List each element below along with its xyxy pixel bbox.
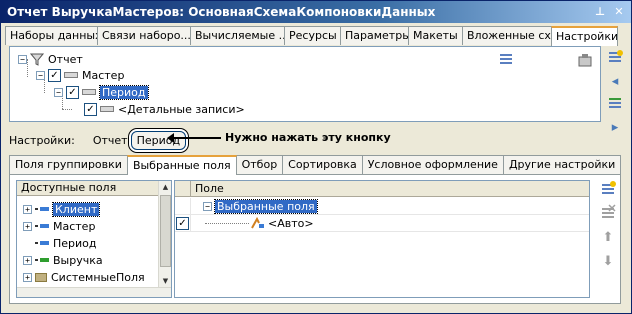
tab-dataset-links[interactable]: Связи наборо... xyxy=(97,26,191,45)
checkbox-period[interactable]: ✓ xyxy=(66,85,79,99)
expand-icon[interactable]: + xyxy=(23,221,32,231)
collapse-icon[interactable]: − xyxy=(54,87,63,97)
settings-label: Настройки: xyxy=(9,133,75,147)
structure-layout-icon[interactable] xyxy=(500,53,512,65)
grouping-icon xyxy=(82,89,96,95)
settings-report-link[interactable]: Отчет xyxy=(93,134,128,147)
add-field-icon[interactable] xyxy=(598,180,618,200)
move-down-icon[interactable]: ⬇ xyxy=(598,252,618,272)
pin-icon[interactable]: ⊥ xyxy=(592,4,608,20)
auto-field-label: <Авто> xyxy=(268,216,314,230)
add-grouping-icon[interactable] xyxy=(605,49,625,69)
close-icon[interactable]: ✕ xyxy=(611,4,627,20)
tree-label-period: Период xyxy=(99,84,149,100)
group-icon[interactable] xyxy=(605,95,625,115)
expand-icon[interactable]: + xyxy=(23,255,32,265)
folder-icon xyxy=(35,272,47,282)
tab-settings[interactable]: Настройки xyxy=(551,26,618,46)
collapse-icon[interactable]: − xyxy=(18,54,27,64)
tab-datasets[interactable]: Наборы данных xyxy=(5,26,98,45)
field-column-header: Поле xyxy=(195,182,224,195)
scroll-up-icon[interactable]: ▲ xyxy=(160,181,171,193)
field-label: Период xyxy=(53,236,97,250)
arrow-left-icon xyxy=(167,132,221,143)
table-row[interactable]: ✓ <Авто> xyxy=(175,214,589,232)
selected-fields-header: Поле xyxy=(175,181,589,197)
tab-other-settings[interactable]: Другие настройки xyxy=(502,155,622,174)
tab-grouping-fields[interactable]: Поля группировки xyxy=(9,155,128,174)
checkbox-auto[interactable]: ✓ xyxy=(176,216,189,230)
field-item[interactable]: + Мастер xyxy=(23,218,95,234)
tab-filter[interactable]: Отбор xyxy=(235,155,284,174)
main-tabs: Наборы данных Связи наборо... Вычисляемы… xyxy=(5,26,629,46)
fields-side-toolbar: ⬆ ⬇ xyxy=(598,180,620,272)
grouping-icon xyxy=(100,106,114,112)
report-icon xyxy=(30,53,44,66)
report-window: Отчет ВыручкаМастеров: ОсновнаяСхемаКомп… xyxy=(0,0,632,314)
tab-nested-schemas[interactable]: Вложенные сх... xyxy=(462,26,552,45)
collapse-icon[interactable]: − xyxy=(203,201,212,211)
window-title: Отчет ВыручкаМастеров: ОсновнаяСхемаКомп… xyxy=(7,5,436,19)
tree-node-detail-records[interactable]: ✓ <Детальные записи> xyxy=(84,101,245,117)
scroll-left-icon[interactable]: ◂ xyxy=(605,72,625,92)
field-label: Мастер xyxy=(53,219,96,233)
tree-node-period[interactable]: − ✓ Период xyxy=(54,84,149,100)
auto-field-icon xyxy=(251,217,264,229)
tab-selected-fields[interactable]: Выбранные поля xyxy=(126,155,237,175)
scroll-down-icon[interactable]: ▼ xyxy=(160,275,171,287)
settings-selector: Настройки: Отчет Период xyxy=(9,129,187,151)
tree-label-master: Мастер xyxy=(82,68,125,82)
tree-label-report: Отчет xyxy=(48,52,83,66)
scroll-thumb[interactable] xyxy=(160,195,171,267)
instruction-annotation: Нужно нажать эту кнопку xyxy=(167,131,391,144)
structure-side-toolbar: ◂ ▸ xyxy=(605,49,627,138)
available-fields-header: Доступные поля xyxy=(17,181,171,196)
attribute-icon xyxy=(35,223,49,229)
expand-icon[interactable]: + xyxy=(23,272,32,282)
tab-sorting[interactable]: Сортировка xyxy=(282,155,363,174)
settings-tabs: Поля группировки Выбранные поля Отбор Со… xyxy=(9,155,622,175)
tab-resources[interactable]: Ресурсы xyxy=(284,26,341,45)
collapse-icon[interactable]: − xyxy=(36,70,45,80)
field-label: Выручка xyxy=(53,253,103,267)
selected-fields-panel: Доступные поля + Клиент + Мастер Период … xyxy=(9,174,621,304)
selected-fields-group: Выбранные поля xyxy=(214,198,318,214)
attribute-icon xyxy=(35,240,49,246)
structure-tree: − Отчет − ✓ Мастер − ✓ Период ✓ <Детальн… xyxy=(9,46,601,122)
selected-fields-list[interactable]: Поле − Выбранные поля ✓ <Авто> xyxy=(174,180,590,298)
resource-icon xyxy=(35,257,49,263)
scroll-right-icon[interactable]: ▸ xyxy=(605,118,625,138)
tree-node-report[interactable]: − Отчет xyxy=(18,51,83,67)
title-buttons: ⊥ ✕ xyxy=(592,4,627,20)
tab-calculated-fields[interactable]: Вычисляемые ... xyxy=(190,26,285,45)
tree-node-master[interactable]: − ✓ Мастер xyxy=(36,67,124,83)
move-up-icon[interactable]: ⬆ xyxy=(598,228,618,248)
field-label: СистемныеПоля xyxy=(51,270,145,284)
table-row[interactable]: − Выбранные поля xyxy=(175,197,589,215)
field-item[interactable]: Период xyxy=(35,235,97,251)
checkbox-detail[interactable]: ✓ xyxy=(84,102,97,116)
expand-icon[interactable]: + xyxy=(23,204,32,214)
tab-parameters[interactable]: Параметры xyxy=(340,26,409,45)
tab-layouts[interactable]: Макеты xyxy=(408,26,463,45)
field-item[interactable]: + Клиент xyxy=(23,201,101,217)
options-icon[interactable] xyxy=(578,53,592,67)
field-item[interactable]: + Выручка xyxy=(23,252,103,268)
field-item[interactable]: + СистемныеПоля xyxy=(23,269,145,285)
grouping-icon xyxy=(64,72,78,78)
horizontal-scrollbar[interactable] xyxy=(17,287,171,297)
field-label: Клиент xyxy=(51,201,101,217)
annotation-text: Нужно нажать эту кнопку xyxy=(225,131,391,144)
attribute-icon xyxy=(35,206,49,212)
tree-label-detail: <Детальные записи> xyxy=(118,102,245,116)
tab-conditional-appearance[interactable]: Условное оформление xyxy=(361,155,504,174)
delete-field-icon[interactable] xyxy=(598,204,618,224)
vertical-scrollbar[interactable]: ▲ ▼ xyxy=(158,181,171,297)
checkbox-master[interactable]: ✓ xyxy=(48,68,61,82)
available-fields-list[interactable]: Доступные поля + Клиент + Мастер Период … xyxy=(16,180,172,298)
title-bar: Отчет ВыручкаМастеров: ОсновнаяСхемаКомп… xyxy=(1,1,631,23)
